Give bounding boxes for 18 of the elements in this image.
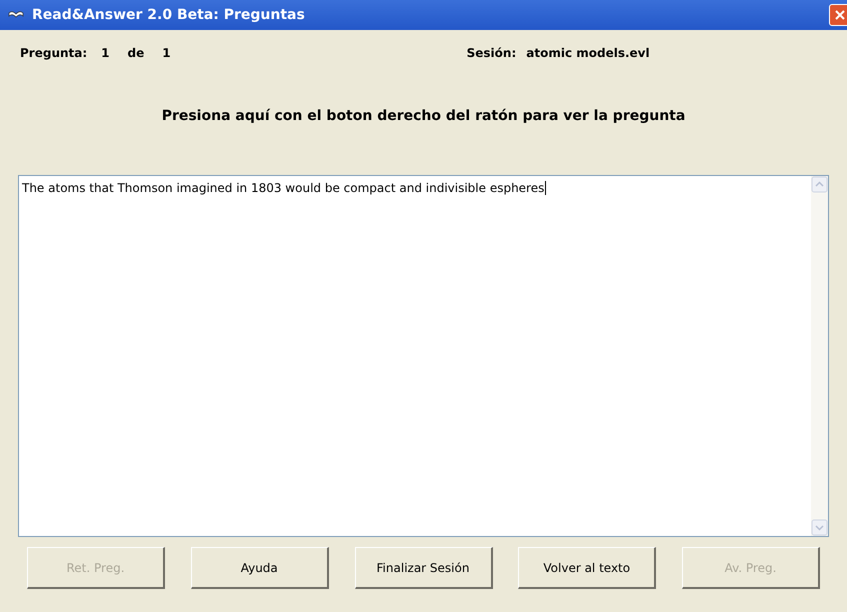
action-button[interactable]: Volver al texto (518, 547, 656, 589)
action-button[interactable]: Ayuda (190, 547, 329, 589)
answer-text: The atoms that Thomson imagined in 1803 would be compact and indivisible espheres (22, 181, 546, 195)
scroll-down-icon[interactable] (811, 519, 828, 536)
session-label: Sesión: (466, 45, 516, 62)
scroll-up-icon[interactable] (811, 176, 828, 193)
instruction-text[interactable]: Presiona aquí con el boton derecho del ratón para ver la pregunta (162, 106, 686, 127)
action-button[interactable]: Finalizar Sesión (354, 547, 492, 589)
question-total: 1 (162, 45, 171, 62)
window-title: Read&Answer 2.0 Beta: Preguntas (32, 6, 305, 24)
question-number: 1 (101, 45, 110, 62)
close-button[interactable] (829, 4, 847, 26)
session-name: atomic models.evl (526, 45, 650, 62)
of-label: de (128, 45, 144, 62)
close-icon (834, 9, 846, 21)
answer-field[interactable]: The atoms that Thomson imagined in 1803 would be compact and indivisible espheres (18, 175, 829, 537)
scrollbar[interactable] (811, 176, 828, 536)
question-label: Pregunta: (20, 45, 88, 62)
